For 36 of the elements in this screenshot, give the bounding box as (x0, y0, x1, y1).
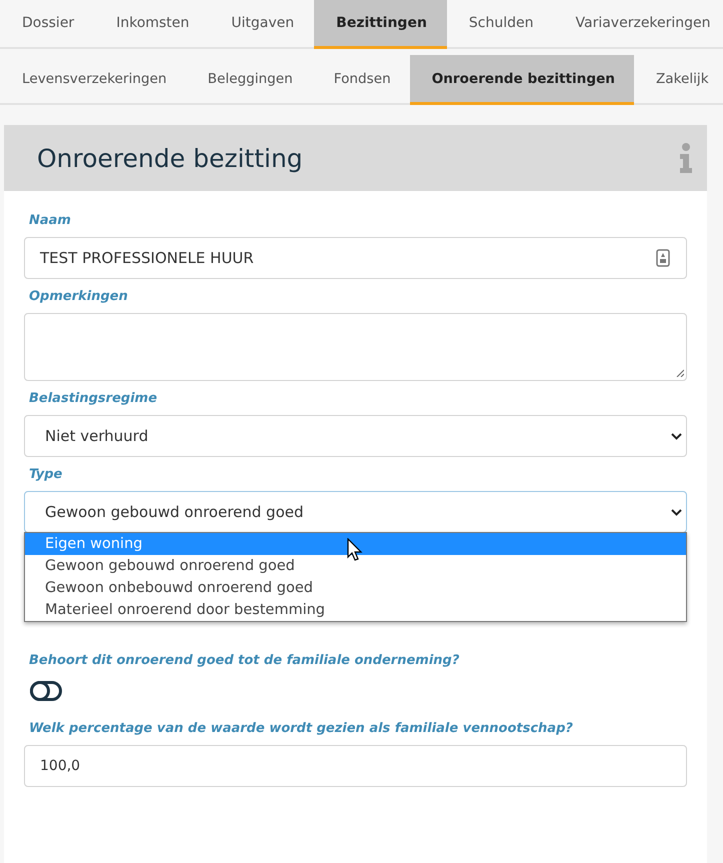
chevron-down-icon (671, 432, 682, 440)
field-value: TEST PROFESSIONELE HUUR (40, 249, 254, 267)
select-value: Gewoon gebouwd onroerend goed (45, 503, 304, 521)
contact-card-icon[interactable] (656, 249, 670, 267)
select-value: Niet verhuurd (45, 427, 148, 445)
main-tab[interactable]: Dossier (0, 0, 94, 49)
field-label: Opmerkingen (29, 289, 128, 304)
field-label: Type (29, 467, 62, 482)
dropdown-option[interactable]: Materieel onroerend door bestemming (25, 599, 686, 621)
field-label: Behoort dit onroerend goed tot de familiale onderneming? (29, 653, 460, 668)
main-tab[interactable]: Inkomsten (94, 0, 210, 49)
field-label: Welk percentage van de waarde wordt gezien als familiale vennootschap? (29, 721, 573, 736)
main-tab[interactable]: Bezittingen (314, 0, 447, 49)
field-value: 100,0 (40, 758, 80, 774)
comments-field[interactable] (24, 313, 687, 381)
sub-tab[interactable]: Zakelijk (634, 55, 723, 105)
sub-tab[interactable]: Levensverzekeringen (0, 55, 186, 105)
name-field[interactable]: TEST PROFESSIONELE HUUR (24, 237, 687, 279)
tax-regime-select[interactable]: Niet verhuurd (24, 415, 687, 457)
field-label: Belastingsregime (29, 391, 158, 406)
percentage-field[interactable]: 100,0 (24, 745, 687, 787)
sub-tab[interactable]: Beleggingen (186, 55, 312, 105)
main-tab[interactable]: Uitgaven (209, 0, 314, 49)
field-label: Naam (29, 213, 71, 228)
resize-grip-icon[interactable] (676, 369, 684, 377)
cursor-icon (347, 538, 363, 562)
dropdown-option[interactable]: Gewoon onbebouwd onroerend goed (25, 577, 686, 599)
sub-tab[interactable]: Fondsen (312, 55, 410, 105)
sub-tab[interactable]: Onroerende bezittingen (410, 55, 634, 105)
main-tab[interactable]: Schulden (446, 0, 554, 49)
main-tab[interactable]: Variaverzekeringen (554, 0, 723, 49)
type-select[interactable]: Gewoon gebouwd onroerend goed (24, 491, 687, 533)
panel-title: Onroerende bezitting (37, 144, 303, 172)
dropdown-option[interactable]: Gewoon gebouwd onroerend goed (25, 555, 686, 577)
chevron-down-icon (671, 508, 682, 516)
toggle-switch[interactable] (30, 681, 62, 701)
